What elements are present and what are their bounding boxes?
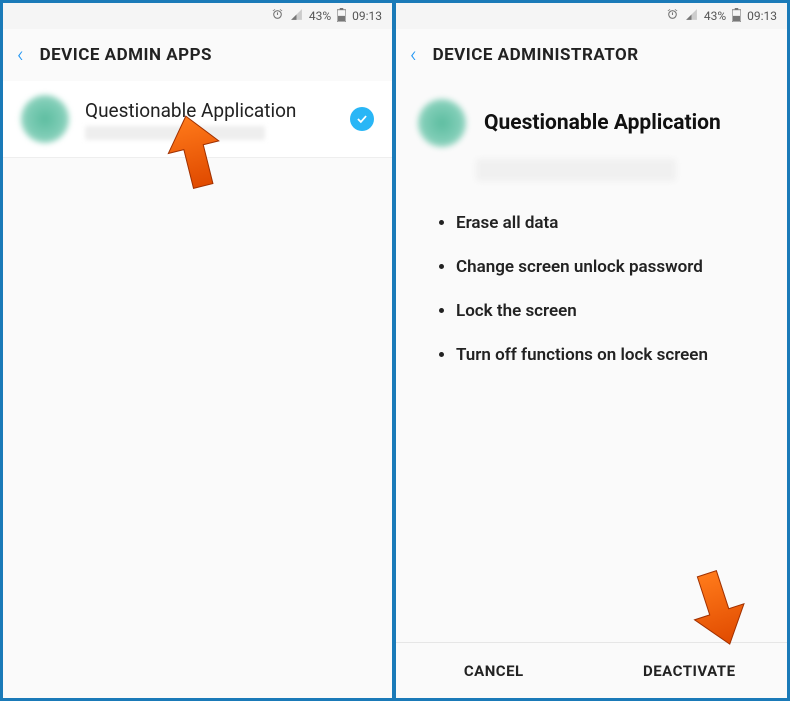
cancel-button[interactable]: CANCEL bbox=[396, 643, 592, 698]
deactivate-button[interactable]: DEACTIVATE bbox=[592, 643, 788, 698]
app-name-label: Questionable Application bbox=[85, 99, 334, 122]
admin-app-row[interactable]: Questionable Application bbox=[3, 81, 392, 158]
permission-item: Turn off functions on lock screen bbox=[456, 333, 757, 377]
back-button[interactable]: ‹ bbox=[17, 43, 24, 68]
signal-icon bbox=[290, 8, 303, 24]
app-name-label: Questionable Application bbox=[484, 111, 721, 135]
battery-percent: 43% bbox=[704, 9, 726, 23]
app-description-blurred bbox=[476, 159, 676, 181]
alarm-icon bbox=[666, 8, 679, 24]
header: ‹ DEVICE ADMIN APPS bbox=[3, 29, 392, 81]
alarm-icon bbox=[271, 8, 284, 24]
enabled-check-icon bbox=[350, 107, 374, 131]
permission-item: Lock the screen bbox=[456, 289, 757, 333]
app-icon bbox=[21, 95, 69, 143]
status-bar: 43% 09:13 bbox=[396, 3, 787, 29]
footer-actions: CANCEL DEACTIVATE bbox=[396, 642, 787, 698]
page-title: DEVICE ADMIN APPS bbox=[40, 45, 212, 65]
permission-item: Change screen unlock password bbox=[456, 245, 757, 289]
battery-icon bbox=[732, 8, 741, 25]
page-title: DEVICE ADMINISTRATOR bbox=[433, 45, 639, 65]
back-button[interactable]: ‹ bbox=[410, 43, 417, 68]
battery-icon bbox=[337, 8, 346, 25]
phone-screen-left: 43% 09:13 ‹ DEVICE ADMIN APPS Questionab… bbox=[0, 0, 395, 701]
permissions-list: Erase all data Change screen unlock pass… bbox=[396, 189, 787, 377]
app-icon bbox=[418, 99, 466, 147]
permission-item: Erase all data bbox=[456, 201, 757, 245]
clock-time: 09:13 bbox=[352, 9, 382, 23]
clock-time: 09:13 bbox=[747, 9, 777, 23]
status-bar: 43% 09:13 bbox=[3, 3, 392, 29]
annotation-arrow-icon bbox=[687, 568, 749, 648]
app-detail-header: Questionable Application bbox=[396, 81, 787, 159]
phone-screen-right: 43% 09:13 ‹ DEVICE ADMINISTRATOR Questio… bbox=[395, 0, 790, 701]
header: ‹ DEVICE ADMINISTRATOR bbox=[396, 29, 787, 81]
app-subtitle-blurred bbox=[85, 126, 265, 140]
battery-percent: 43% bbox=[309, 9, 331, 23]
signal-icon bbox=[685, 8, 698, 24]
